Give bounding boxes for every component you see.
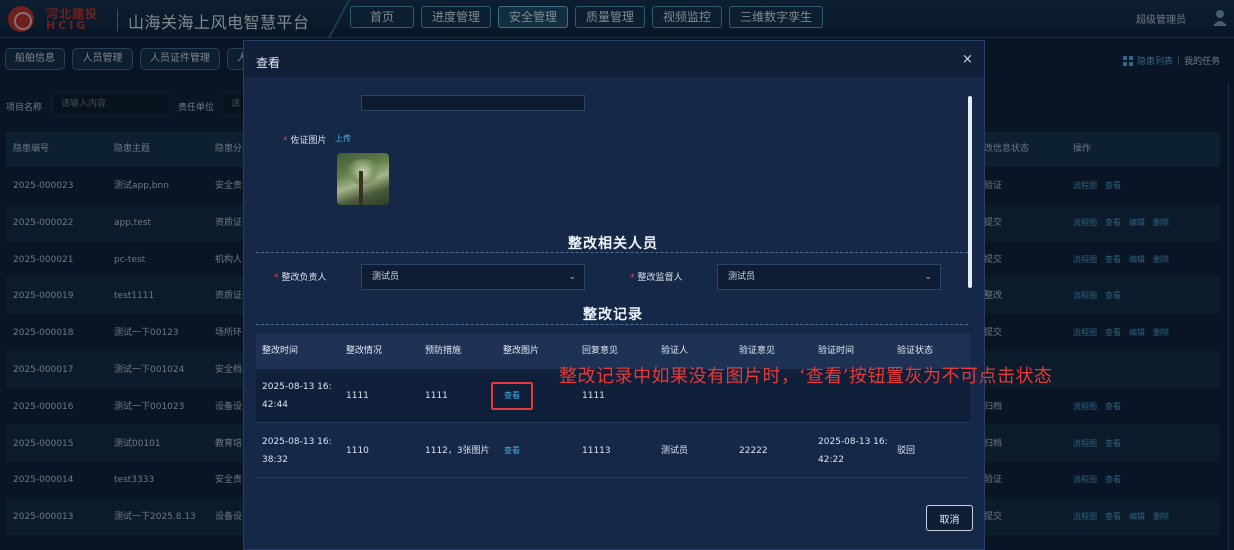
- supervisor-label-text: 整改监督人: [637, 273, 683, 283]
- record-image-view-button[interactable]: 查看: [504, 442, 520, 460]
- supervisor-label: * 整改监督人: [630, 270, 683, 283]
- supervisor-value: 测试员: [728, 272, 756, 282]
- dialog-scrollbar[interactable]: [968, 96, 972, 288]
- record-prevention: 1111: [425, 391, 448, 401]
- record-situation: 1111: [346, 391, 369, 401]
- annotation-note: 整改记录中如果没有图片时，‘查看’按钮置灰为不可点击状态: [559, 366, 1053, 387]
- description-textarea[interactable]: [361, 95, 585, 111]
- record-time: 2025-08-13 16:38:32: [262, 437, 332, 465]
- section-divider: [256, 252, 968, 253]
- records-section-title: 整改记录: [583, 307, 643, 323]
- rec-header-prevention: 预防措施: [425, 346, 462, 356]
- record-time: 2025-08-13 16:42:44: [262, 382, 332, 410]
- chevron-down-icon: ⌄: [924, 272, 932, 282]
- record-opinion: 22222: [739, 446, 768, 456]
- close-icon[interactable]: ×: [962, 52, 973, 67]
- rec-header-image: 整改图片: [503, 346, 540, 356]
- section-divider: [256, 324, 968, 325]
- record-situation: 1110: [346, 446, 369, 456]
- dialog-header: 查看 ×: [244, 41, 984, 77]
- personnel-section-title: 整改相关人员: [568, 236, 658, 252]
- rec-header-situation: 整改情况: [346, 346, 383, 356]
- record-reply: 1111: [582, 391, 605, 401]
- record-verifier: 测试员: [661, 446, 689, 456]
- dialog-title: 查看: [256, 56, 281, 70]
- owner-value: 测试员: [372, 272, 400, 282]
- required-mark: *: [274, 273, 279, 283]
- record-reply: 11113: [582, 446, 611, 456]
- view-dialog: 查看 × * 佐证图片 上传 整改相关人员 * 整改负责人 测试员 ⌄ * 整改监督人…: [243, 40, 985, 550]
- owner-select[interactable]: 测试员 ⌄: [361, 264, 585, 290]
- owner-label: * 整改负责人: [274, 270, 327, 283]
- evidence-image-label: * 佐证图片: [283, 133, 327, 146]
- record-image-view-button[interactable]: 查看: [504, 387, 520, 405]
- chevron-down-icon: ⌄: [568, 272, 576, 282]
- owner-label-text: 整改负责人: [281, 273, 327, 283]
- evidence-photo[interactable]: [337, 153, 389, 205]
- record-verify-time: 2025-08-13 16:42:22: [818, 437, 888, 465]
- required-mark: *: [283, 136, 288, 146]
- record-prevention: 1112，3张图片: [425, 446, 490, 456]
- supervisor-select[interactable]: 测试员 ⌄: [717, 264, 941, 290]
- rec-header-time: 整改时间: [262, 346, 299, 356]
- cancel-button[interactable]: 取消: [926, 505, 973, 531]
- evidence-label-text: 佐证图片: [290, 136, 327, 146]
- record-status: 驳回: [897, 446, 916, 456]
- required-mark: *: [630, 273, 635, 283]
- upload-link[interactable]: 上传: [335, 133, 351, 144]
- record-row: 2025-08-13 16:38:32 1110 1112，3张图片 查看 11…: [256, 424, 970, 478]
